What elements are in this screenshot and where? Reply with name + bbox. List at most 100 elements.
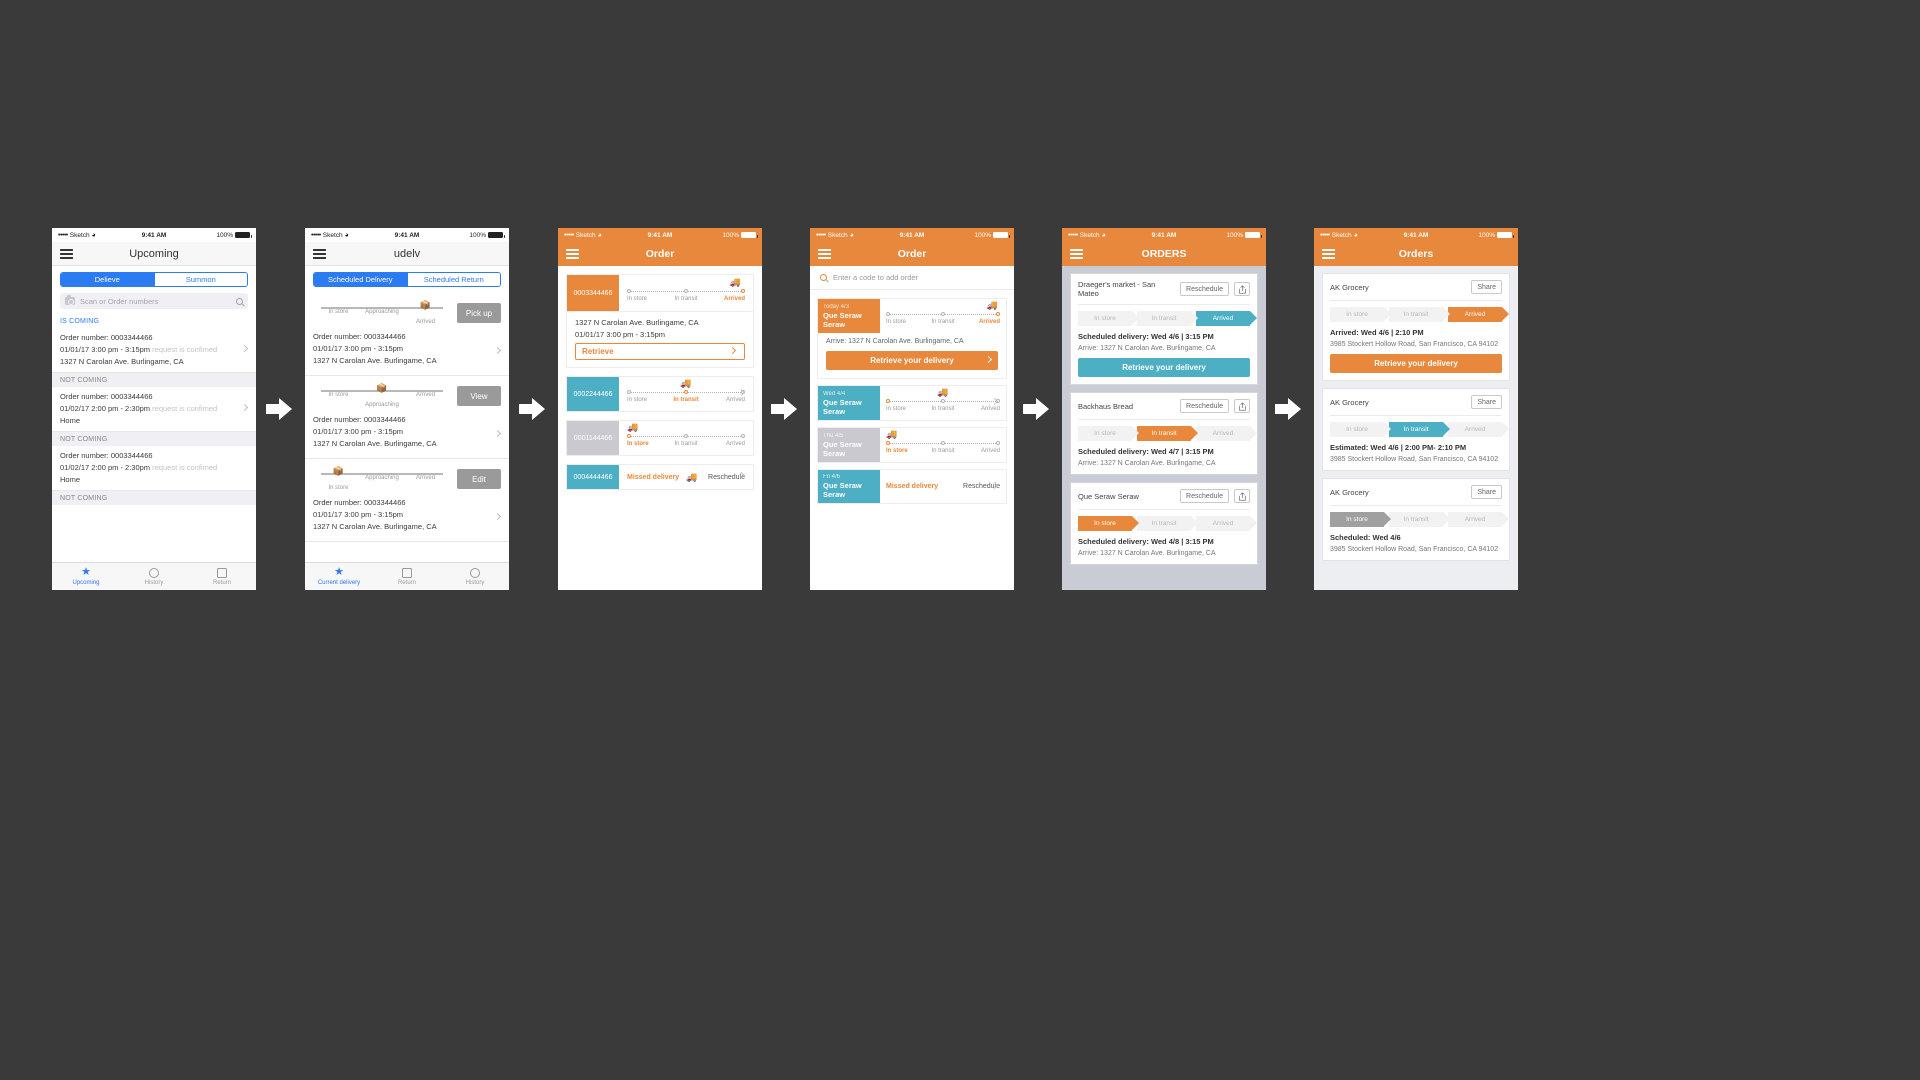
order-card[interactable]: Wed 4/4 Que Seraw Seraw 🚚 In store In tr… bbox=[817, 385, 1007, 421]
tracker-step-label: In transit bbox=[931, 406, 955, 412]
hamburger-icon[interactable] bbox=[1070, 248, 1083, 259]
retrieve-delivery-button[interactable]: Retrieve your delivery bbox=[1078, 358, 1250, 377]
progress-tracker: 🚚 In store In transit Arrived bbox=[627, 379, 745, 405]
order-date-tile[interactable]: Today 4/3 Que Seraw Seraw bbox=[818, 299, 880, 333]
progress-tracker: 🚚 In store In transit Arrived bbox=[886, 388, 1000, 414]
progress-tracker: In store Approaching 📦 Arrived bbox=[313, 300, 451, 326]
order-number-tile[interactable]: 0004444466 bbox=[567, 465, 619, 489]
order-name-label: Que Seraw Seraw bbox=[823, 397, 862, 416]
camera-icon[interactable] bbox=[65, 295, 75, 305]
order-number-tile[interactable]: 0003344466 bbox=[567, 275, 619, 311]
clock-label: 9:41 AM bbox=[647, 231, 673, 239]
segment-scheduled-delivery[interactable]: Scheduled Delivery bbox=[314, 273, 407, 286]
order-card[interactable]: Fri 4/6 Que Seraw Seraw Missed delivery … bbox=[817, 469, 1007, 504]
retrieve-button[interactable]: Retrieve bbox=[575, 343, 745, 360]
reschedule-button[interactable]: Reschedule bbox=[1180, 399, 1229, 413]
order-status-note: request is confimed bbox=[152, 404, 218, 413]
phone-screen-upcoming: ••••• Sketch ◕ 9:41 AM 100% Upcoming Del… bbox=[52, 228, 256, 590]
order-card[interactable]: Thu 4/5 Que Seraw Seraw 🚚 In store In tr… bbox=[817, 427, 1007, 463]
hamburger-icon[interactable] bbox=[313, 248, 326, 259]
section-header-not-coming-2: NOT COMING bbox=[52, 432, 256, 446]
reschedule-button[interactable]: Reschedule bbox=[1180, 489, 1229, 503]
order-location-label: Home bbox=[60, 416, 81, 425]
view-button[interactable]: View bbox=[457, 386, 501, 406]
share-icon[interactable] bbox=[1234, 399, 1250, 413]
tracker-step-label: Approaching bbox=[365, 402, 399, 408]
share-button[interactable]: Share bbox=[1471, 485, 1502, 499]
merchant-name-label: AK Grocery bbox=[1330, 282, 1369, 292]
order-date-tile[interactable]: Thu 4/5 Que Seraw Seraw bbox=[818, 428, 880, 462]
share-icon[interactable] bbox=[1234, 282, 1250, 296]
tracker-step-label: In store bbox=[886, 448, 908, 454]
order-card[interactable]: 0002244466 🚚 In store In transit Arrived bbox=[566, 376, 754, 412]
order-card[interactable]: 0004444466 Missed delivery 🚚 Reschedule bbox=[566, 464, 754, 490]
tab-history[interactable]: History bbox=[120, 567, 188, 586]
tracker-step-label: In transit bbox=[931, 448, 955, 454]
segment-scheduled-return[interactable]: Scheduled Return bbox=[406, 273, 500, 286]
tracker-step-label: In transit bbox=[1389, 512, 1450, 527]
page-title: Order bbox=[645, 247, 675, 260]
page-title: Orders bbox=[1398, 247, 1434, 260]
list-item[interactable]: Order number: 0003344466 01/02/17 2:00 p… bbox=[52, 446, 256, 491]
phone-screen-order-cards: ••••• Sketch ◕ 9:41 AM 100% Order Enter … bbox=[810, 228, 1014, 590]
retrieve-delivery-button[interactable]: Retrieve your delivery bbox=[826, 351, 998, 370]
tab-current-delivery[interactable]: ★ Current delivery bbox=[305, 567, 373, 587]
tracker-step-label: In transit bbox=[674, 296, 698, 302]
tab-return[interactable]: Return bbox=[188, 567, 256, 586]
tracker-step: Approaching bbox=[361, 300, 404, 328]
nav-bar: Order bbox=[810, 242, 1014, 266]
hamburger-icon[interactable] bbox=[1322, 248, 1335, 259]
truck-icon: 🚚 bbox=[886, 429, 898, 439]
order-number-tile[interactable]: 0002244466 bbox=[567, 377, 619, 411]
tracker-step: 📦 In store bbox=[317, 466, 360, 494]
segmented-control[interactable]: Scheduled Delivery Scheduled Return bbox=[313, 272, 501, 287]
progress-tracker: 🚚 In store In transit Arrived bbox=[886, 301, 1000, 327]
tab-upcoming[interactable]: ★ Upcoming bbox=[52, 567, 120, 587]
truck-icon: 🚚 bbox=[685, 471, 698, 482]
clock-label: 9:41 AM bbox=[1403, 231, 1429, 239]
phone-screen-orders-share: ••••• Sketch ◕ 9:41 AM 100% Orders AK Gr… bbox=[1314, 228, 1518, 590]
add-order-search-input[interactable]: Enter a code to add order bbox=[810, 266, 1014, 290]
arrive-address-label: Arrive: 1327 N Carolan Ave. Burlingame, … bbox=[1078, 550, 1216, 557]
order-number-tile[interactable]: 0001144466 bbox=[567, 421, 619, 455]
list-item[interactable]: Order number: 0003344466 01/02/17 2:00 p… bbox=[52, 387, 256, 432]
page-title: Upcoming bbox=[129, 247, 179, 260]
address-label: 3985 Stockert Hollow Road, San Francisco… bbox=[1330, 546, 1499, 553]
nav-bar: Order bbox=[558, 242, 762, 266]
list-item[interactable]: Order number: 0003344466 01/01/17 3:00 p… bbox=[52, 328, 256, 373]
segmented-control[interactable]: Delieve Summon bbox=[60, 272, 248, 287]
tab-history[interactable]: History bbox=[441, 567, 509, 586]
page-title: udelv bbox=[393, 247, 421, 260]
hamburger-icon[interactable] bbox=[566, 248, 579, 259]
progress-tracker: In store In transit Arrived bbox=[1078, 426, 1257, 441]
search-placeholder: Enter a code to add order bbox=[833, 273, 919, 282]
order-card[interactable]: 0001144466 🚚 In store In transit Arrived bbox=[566, 420, 754, 456]
share-button[interactable]: Share bbox=[1471, 395, 1502, 409]
flow-arrow-1 bbox=[266, 398, 292, 420]
segmented-control-wrap: Scheduled Delivery Scheduled Return bbox=[305, 266, 509, 293]
package-icon: 📦 bbox=[376, 383, 388, 393]
merchant-name-label: Que Seraw Seraw bbox=[1078, 491, 1139, 501]
status-bar: ••••• Sketch ◕ 9:41 AM 100% bbox=[1062, 228, 1266, 242]
reschedule-button[interactable]: Reschedule bbox=[1180, 282, 1229, 296]
retrieve-delivery-button[interactable]: Retrieve your delivery bbox=[1330, 354, 1502, 373]
share-button[interactable]: Share bbox=[1471, 280, 1502, 294]
order-date-tile[interactable]: Wed 4/4 Que Seraw Seraw bbox=[818, 386, 880, 420]
search-icon[interactable] bbox=[236, 297, 243, 305]
order-date-tile[interactable]: Fri 4/6 Que Seraw Seraw bbox=[818, 470, 880, 503]
package-icon: 📦 bbox=[419, 300, 432, 310]
order-card: AK Grocery Share In store In transit Arr… bbox=[1322, 273, 1510, 381]
edit-button[interactable]: Edit bbox=[457, 469, 501, 489]
segment-summon[interactable]: Summon bbox=[153, 273, 247, 286]
tab-return[interactable]: Return bbox=[373, 567, 441, 586]
hamburger-icon[interactable] bbox=[60, 248, 73, 259]
hamburger-icon[interactable] bbox=[818, 248, 831, 259]
share-icon[interactable] bbox=[1234, 489, 1250, 503]
search-input[interactable]: Scan or Order numbers bbox=[60, 293, 248, 309]
search-icon bbox=[820, 274, 827, 281]
order-card: Backhaus Bread Reschedule In store In tr… bbox=[1070, 392, 1258, 475]
segment-delieve[interactable]: Delieve bbox=[61, 273, 154, 286]
battery-icon bbox=[993, 232, 1010, 238]
order-number-label: Order number: 0003344466 bbox=[313, 415, 406, 424]
pick-up-button[interactable]: Pick up bbox=[457, 303, 501, 323]
